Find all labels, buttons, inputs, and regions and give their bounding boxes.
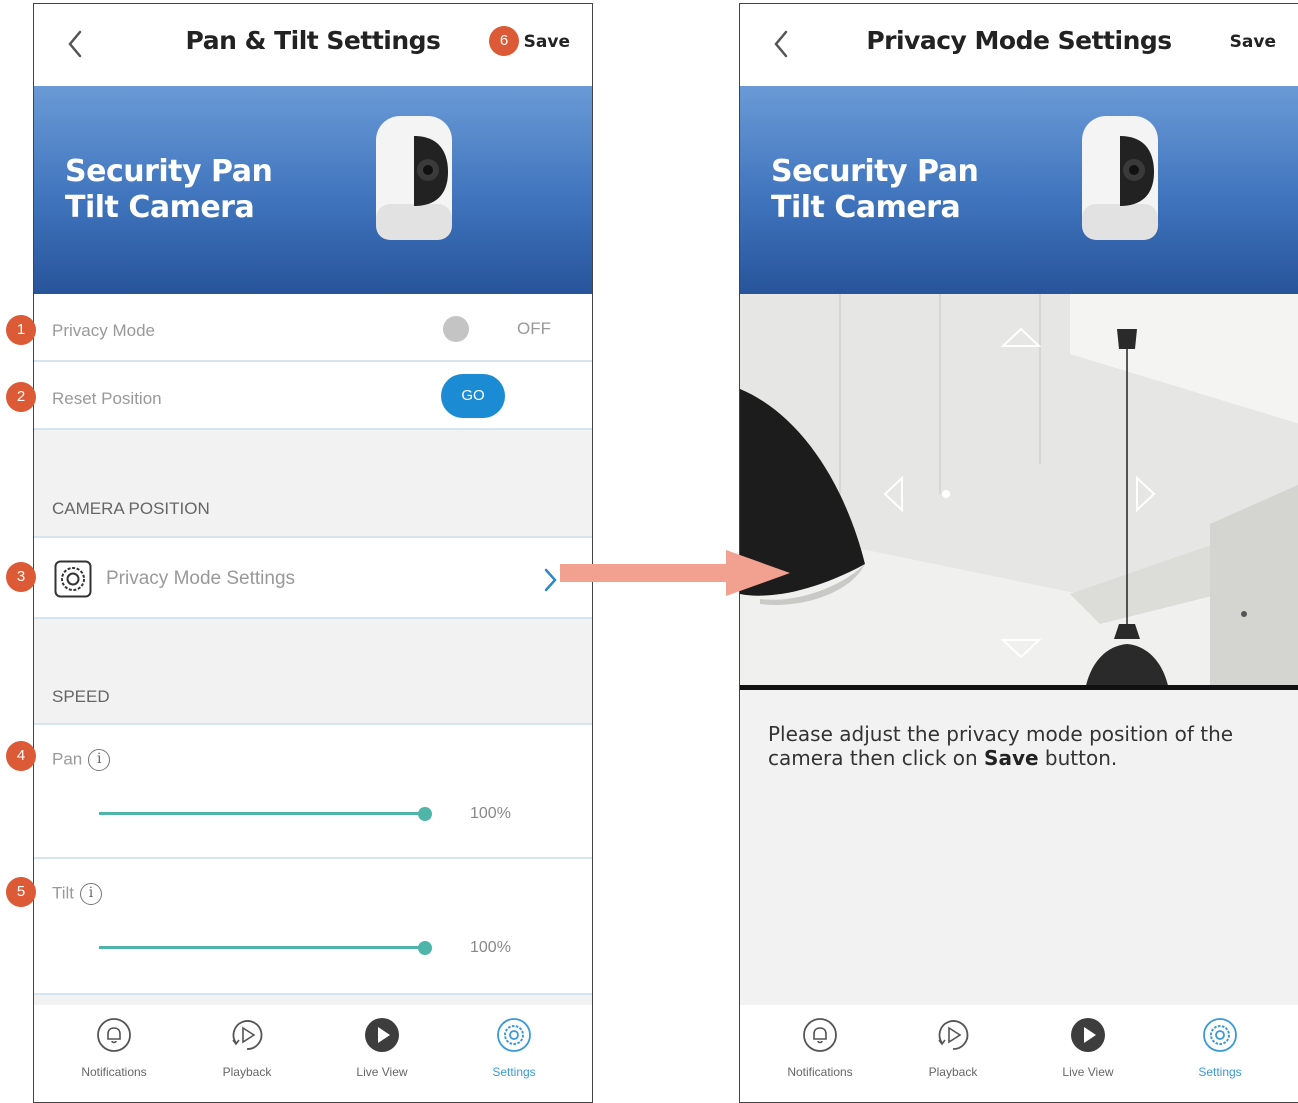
privacy-mode-settings-label: Privacy Mode Settings: [106, 568, 296, 589]
tilt-speed-label-group: Tilt i: [52, 883, 103, 905]
info-icon[interactable]: i: [88, 749, 111, 771]
nav-label: Notifications: [787, 1065, 853, 1079]
arrow-left-icon[interactable]: [880, 474, 906, 514]
nav-notifications[interactable]: Notifications: [765, 1017, 875, 1079]
reset-position-row: Reset Position GO: [34, 362, 592, 430]
playback-icon: [938, 1020, 969, 1050]
bell-icon: [97, 1018, 131, 1052]
camera-image: [1082, 116, 1158, 240]
callout-badge: 6: [489, 26, 519, 56]
callout-badge: 5: [6, 877, 36, 907]
nav-playback[interactable]: Playback: [192, 1017, 302, 1079]
bell-icon: [803, 1018, 837, 1052]
chevron-right-icon[interactable]: [540, 565, 560, 595]
settings-gear-icon: [54, 560, 92, 598]
pan-speed-value: 100%: [470, 805, 511, 822]
nav-label: Playback: [928, 1065, 978, 1079]
device-banner: Security Pan Tilt Camera: [740, 86, 1298, 294]
callout-badge: 3: [6, 562, 36, 592]
page-title: Privacy Mode Settings: [866, 26, 1172, 55]
camera-position-heading: CAMERA POSITION: [52, 499, 210, 518]
privacy-mode-row: Privacy Mode OFF: [34, 294, 592, 362]
instruction-part-2: button.: [1038, 746, 1118, 770]
play-icon: [1071, 1018, 1105, 1052]
nav-playback[interactable]: Playback: [898, 1017, 1008, 1079]
nav-label: Notifications: [81, 1065, 147, 1079]
callout-badge: 4: [6, 741, 36, 771]
arrow-right-icon[interactable]: [1133, 474, 1159, 514]
header-bar: Privacy Mode Settings Save: [740, 4, 1298, 86]
pan-slider-thumb[interactable]: [418, 807, 432, 821]
privacy-mode-state: OFF: [517, 319, 551, 338]
info-icon[interactable]: i: [80, 883, 103, 905]
tilt-speed-value: 100%: [470, 939, 511, 956]
camera-image: [376, 116, 452, 240]
nav-label: Settings: [492, 1065, 536, 1079]
flow-arrow-icon: [560, 550, 790, 596]
playback-icon: [232, 1020, 263, 1050]
gear-icon: [1203, 1018, 1237, 1052]
save-button[interactable]: Save: [524, 32, 570, 52]
pan-slider[interactable]: [99, 812, 425, 815]
pan-tilt-settings-screen: Pan & Tilt Settings Save Security Pan Ti…: [33, 3, 593, 1103]
nav-label: Playback: [222, 1065, 272, 1079]
instruction-text: Please adjust the privacy mode position …: [768, 722, 1278, 770]
gear-icon: [497, 1018, 531, 1052]
device-name: Security Pan Tilt Camera: [65, 154, 273, 225]
bottom-nav: Notifications Playback Live View Setting…: [740, 1005, 1298, 1102]
nav-label: Live View: [1062, 1065, 1114, 1079]
reset-position-go-button[interactable]: GO: [441, 374, 505, 418]
nav-label: Settings: [1198, 1065, 1242, 1079]
device-name: Security Pan Tilt Camera: [771, 154, 979, 225]
tilt-speed-row: Tilt i 100%: [34, 859, 592, 995]
save-button[interactable]: Save: [1230, 32, 1276, 52]
privacy-mode-settings-screen: Privacy Mode Settings Save Security Pan …: [739, 3, 1298, 1103]
nav-settings[interactable]: Settings: [459, 1017, 569, 1079]
speed-heading: SPEED: [52, 687, 110, 706]
instruction-save-word: Save: [984, 746, 1039, 770]
arrow-down-icon[interactable]: [999, 636, 1043, 662]
nav-notifications[interactable]: Notifications: [59, 1017, 169, 1079]
privacy-mode-toggle[interactable]: [443, 316, 469, 342]
privacy-mode-label: Privacy Mode: [52, 321, 155, 340]
callout-badge: 1: [6, 315, 36, 345]
bottom-nav: Notifications Playback Live View Setting…: [34, 1005, 592, 1102]
tilt-slider[interactable]: [99, 946, 425, 949]
pan-speed-row: Pan i 100%: [34, 723, 592, 859]
callout-badge: 2: [6, 382, 36, 412]
reset-position-label: Reset Position: [52, 389, 162, 408]
nav-live-view[interactable]: Live View: [327, 1017, 437, 1079]
nav-settings[interactable]: Settings: [1165, 1017, 1275, 1079]
nav-label: Live View: [356, 1065, 408, 1079]
live-view-scene: [740, 294, 1298, 685]
pan-label: Pan: [52, 749, 83, 769]
device-banner: Security Pan Tilt Camera: [34, 86, 592, 294]
privacy-mode-settings-row[interactable]: Privacy Mode Settings: [34, 536, 592, 619]
nav-live-view[interactable]: Live View: [1033, 1017, 1143, 1079]
tilt-slider-thumb[interactable]: [418, 941, 432, 955]
tilt-label: Tilt: [52, 883, 75, 903]
camera-live-view[interactable]: [740, 294, 1298, 690]
arrow-up-icon[interactable]: [999, 324, 1043, 350]
play-icon: [365, 1018, 399, 1052]
pan-speed-label-group: Pan i: [52, 749, 111, 771]
